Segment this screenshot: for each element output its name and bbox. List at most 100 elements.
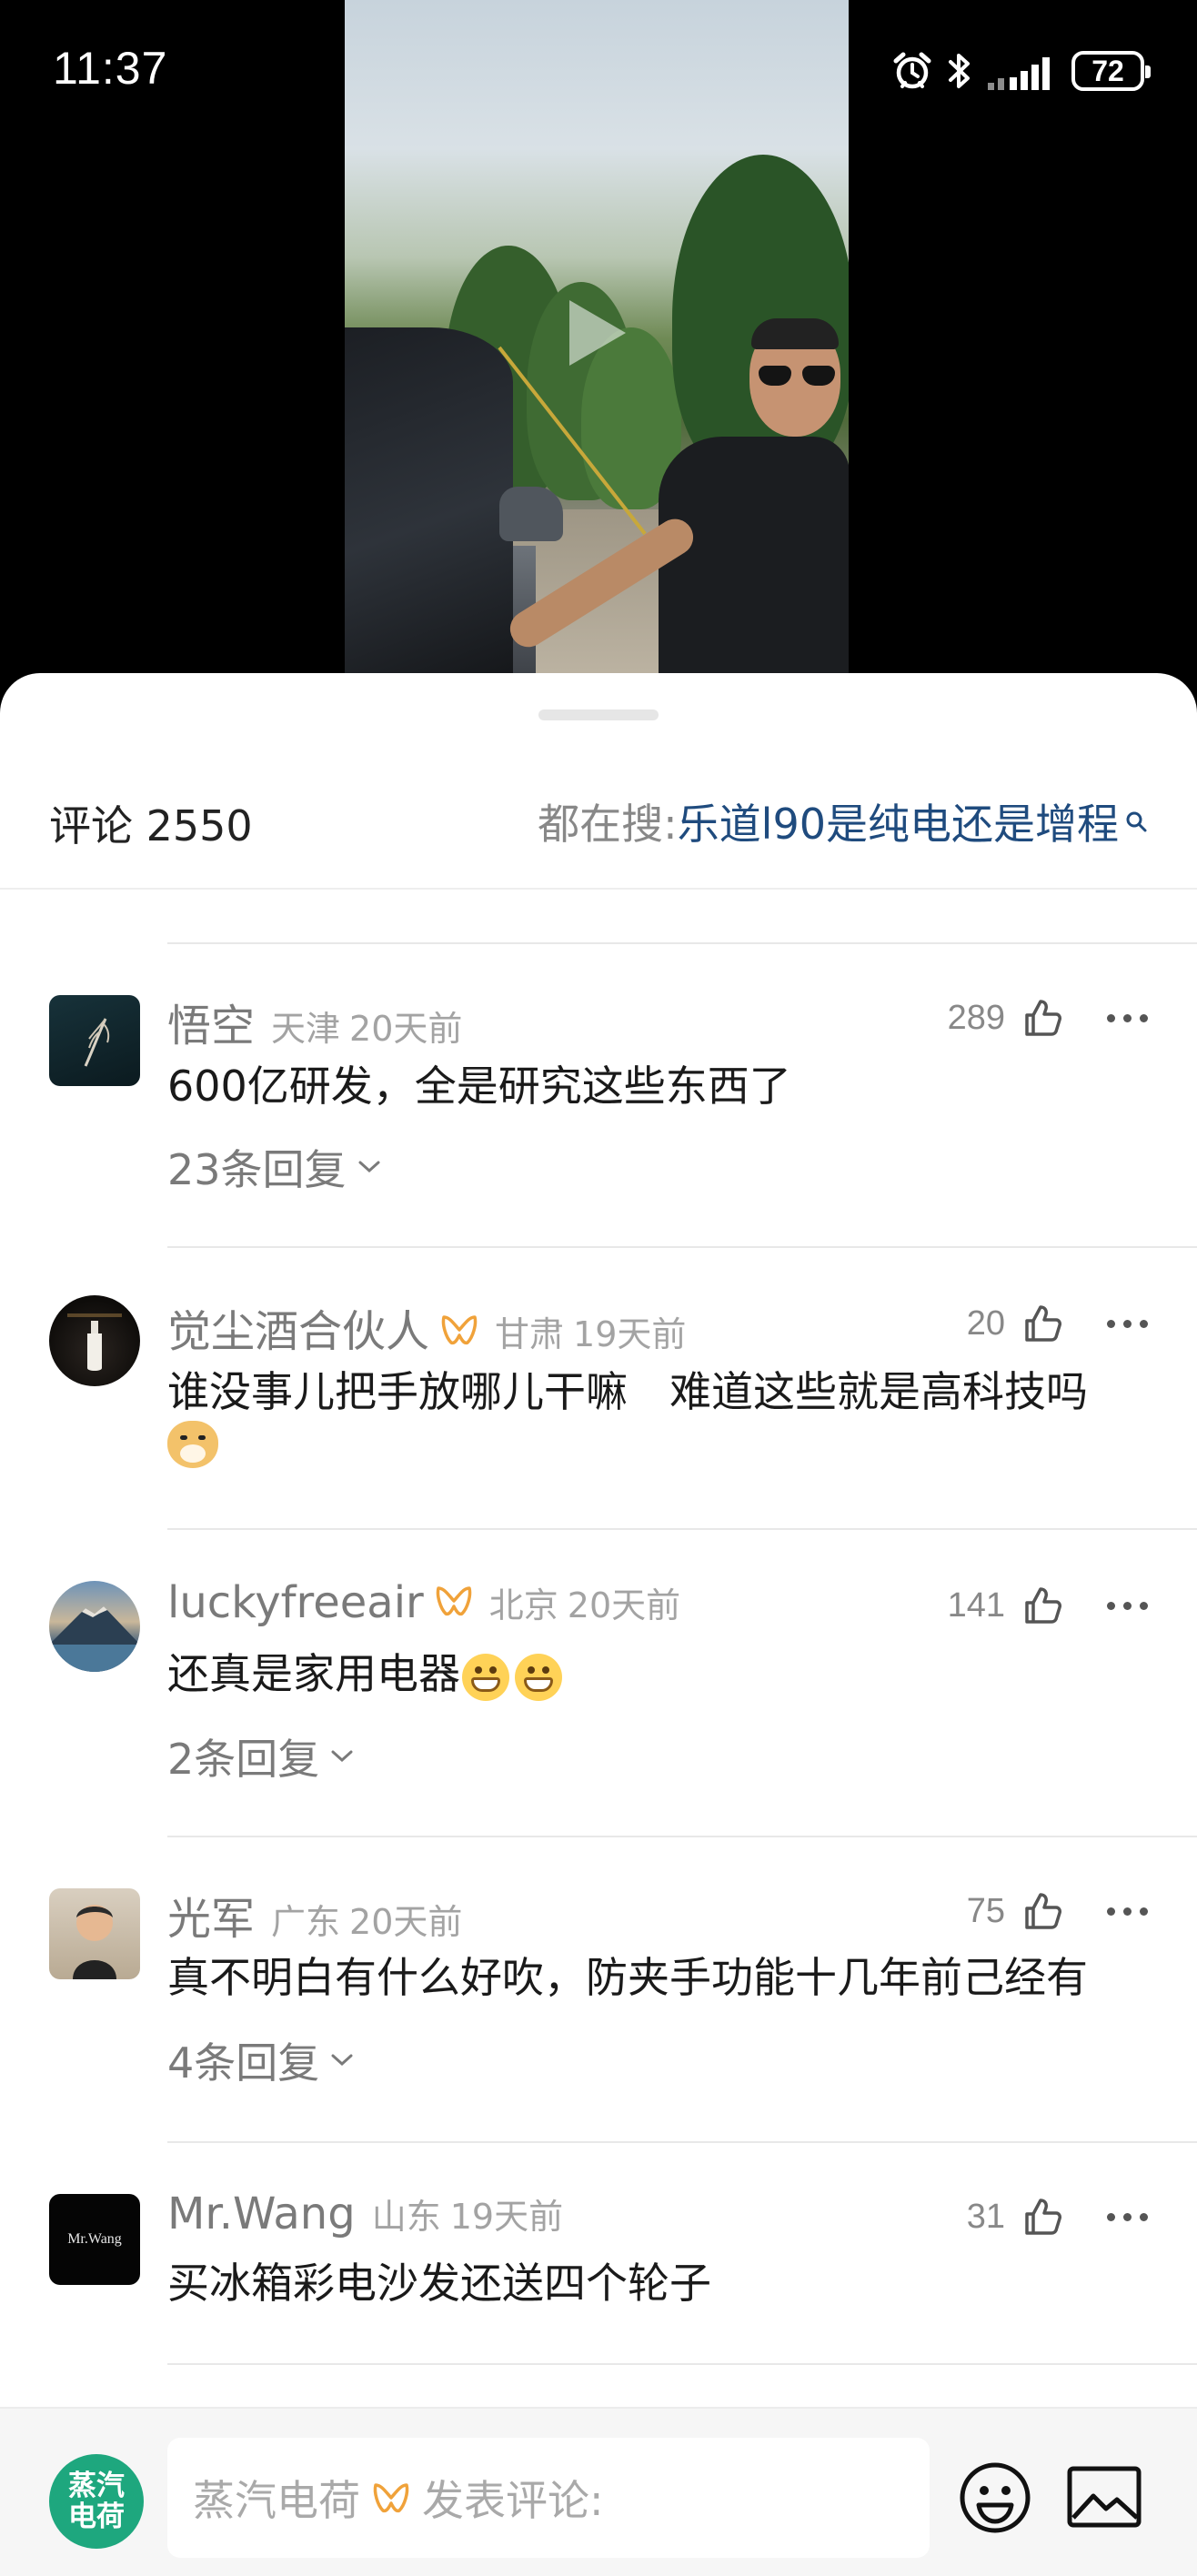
- user-location: 甘肃: [495, 1314, 565, 1354]
- reply-count: 23条回复: [167, 1145, 347, 1194]
- comment-header: 悟空 天津 20天前: [167, 990, 462, 1053]
- play-icon[interactable]: [569, 300, 626, 366]
- reply-count: 4条回复: [167, 2038, 320, 2088]
- header-divider: [0, 888, 1197, 890]
- doge-emoji-icon: [167, 1421, 218, 1468]
- emoji-icon[interactable]: [957, 2460, 1033, 2536]
- comment-header: Mr.Wang 山东 19天前: [167, 2189, 563, 2239]
- comment-time: 20天前: [349, 1009, 463, 1049]
- like-count: 20: [966, 1303, 1005, 1343]
- avatar[interactable]: [49, 1581, 140, 1672]
- user-location: 广东: [271, 1902, 341, 1942]
- comment-text: 买冰箱彩电沙发还送四个轮子: [167, 2259, 711, 2308]
- comment-item: 觉尘酒合伙人 甘肃 19天前 20 谁没事儿把手放哪儿干嘛 难道这些就是高科技吗: [49, 1246, 1197, 1528]
- avatar-text: Mr.Wang: [67, 2231, 122, 2247]
- list-divider: [167, 2363, 1197, 2365]
- thumbs-up-icon[interactable]: [1021, 2196, 1063, 2238]
- comment-actions: 141: [948, 1585, 1148, 1626]
- comment-text: 真不明白有什么好吹，防夹手功能十几年前己经有: [167, 1953, 1088, 2002]
- view-replies-button[interactable]: 2条回复: [167, 1726, 356, 1786]
- user-location: 山东: [371, 2197, 441, 2237]
- grin-emoji-icon: [462, 1653, 509, 1701]
- user-name[interactable]: luckyfreeair: [167, 1577, 424, 1628]
- comment-time: 20天前: [349, 1902, 463, 1942]
- like-count: 31: [966, 2197, 1005, 2236]
- comment-item: Mr.Wang Mr.Wang 山东 19天前 31 买冰箱彩电沙发还送四个轮子: [49, 2141, 1197, 2363]
- user-name[interactable]: 光军: [167, 1883, 255, 1947]
- comment-text: 还真是家用电器: [167, 1645, 1150, 1703]
- hot-search-prefix: 都在搜:: [538, 800, 678, 849]
- avatar[interactable]: Mr.Wang: [49, 2194, 140, 2285]
- user-name[interactable]: 悟空: [167, 990, 255, 1053]
- thumbs-up-icon[interactable]: [1021, 997, 1063, 1039]
- more-icon[interactable]: [1107, 2199, 1148, 2235]
- view-replies-button[interactable]: 23条回复: [167, 1137, 383, 1197]
- avatar-bottle-icon: [67, 1313, 122, 1371]
- user-name[interactable]: Mr.Wang: [167, 2189, 356, 2239]
- alarm-icon: [893, 52, 931, 89]
- comment-header: 光军 广东 20天前: [167, 1883, 462, 1947]
- thumbs-up-icon[interactable]: [1021, 1585, 1063, 1626]
- search-icon[interactable]: [1124, 810, 1148, 833]
- comment-item: luckyfreeair 北京 20天前 141 还真是家用电器 2条回复: [49, 1528, 1197, 1836]
- comment-header: luckyfreeair 北京 20天前: [167, 1577, 680, 1628]
- avatar-feather-icon: [84, 1018, 110, 1067]
- comment-item: 悟空 天津 20天前 289 600亿研发，全是研究这些东西了 23条回复: [49, 942, 1197, 1246]
- status-icons: 72: [891, 47, 1151, 95]
- drag-handle[interactable]: [538, 709, 659, 720]
- comment-text-line: 还真是家用电器: [167, 1649, 460, 1698]
- comment-time: 19天前: [573, 1314, 687, 1354]
- hot-search-term[interactable]: 乐道l90是纯电还是增程: [678, 791, 1119, 851]
- my-avatar[interactable]: 蒸汽电荷: [49, 2454, 144, 2549]
- comment-text-line: 谁没事儿把手放哪儿干嘛 难道这些就是高科技吗: [167, 1367, 1088, 1416]
- more-icon[interactable]: [1107, 1000, 1148, 1036]
- video-scene-hair: [751, 318, 839, 349]
- video-scene-person: [659, 437, 849, 678]
- comment-actions: 75: [967, 1890, 1148, 1932]
- comment-text: 谁没事儿把手放哪儿干嘛 难道这些就是高科技吗: [167, 1363, 1150, 1483]
- app-root: 11:37 72 评论 2550 都在搜: 乐道l90是纯电还是增程 悟空 天津…: [0, 0, 1197, 2576]
- like-count: 289: [947, 998, 1005, 1037]
- avatar[interactable]: [49, 1295, 140, 1386]
- avatar-cartoon-icon: [73, 1905, 116, 1979]
- more-icon[interactable]: [1107, 1893, 1148, 1929]
- grin-emoji-icon: [515, 1653, 562, 1701]
- comment-actions: 289: [948, 997, 1148, 1039]
- comment-sheet-header: 评论 2550 都在搜: 乐道l90是纯电还是增程: [0, 764, 1197, 864]
- vip-badge-icon: [373, 2483, 409, 2513]
- battery-level: 72: [1091, 54, 1124, 87]
- image-icon[interactable]: [1066, 2463, 1142, 2531]
- bluetooth-icon: [949, 54, 970, 88]
- chevron-down-icon: [358, 1161, 380, 1173]
- comment-text: 600亿研发，全是研究这些东西了: [167, 1062, 791, 1111]
- more-icon[interactable]: [1107, 1587, 1148, 1624]
- my-avatar-text: 蒸汽电荷: [68, 2470, 125, 2533]
- view-replies-button[interactable]: 4条回复: [167, 2030, 356, 2090]
- more-icon[interactable]: [1107, 1305, 1148, 1342]
- comment-item: 光军 广东 20天前 75 真不明白有什么好吹，防夹手功能十几年前己经有 4条回…: [49, 1836, 1197, 2141]
- status-time: 11:37: [53, 43, 168, 94]
- hot-search-link[interactable]: 都在搜: 乐道l90是纯电还是增程: [538, 791, 1148, 851]
- battery-icon: 72: [1071, 51, 1151, 91]
- reply-count: 2条回复: [167, 1735, 320, 1784]
- comment-count: 评论 2550: [49, 801, 253, 850]
- video-scene-car-door: [345, 327, 513, 678]
- chevron-down-icon: [331, 2054, 353, 2067]
- comment-input-bar: 蒸汽电荷 蒸汽电荷 发表评论:: [0, 2407, 1197, 2576]
- video-scene-sunglasses: [759, 366, 835, 386]
- input-placeholder: 发表评论:: [422, 2476, 604, 2525]
- thumbs-up-icon[interactable]: [1021, 1303, 1063, 1344]
- comment-input[interactable]: 蒸汽电荷 发表评论:: [167, 2438, 930, 2558]
- avatar[interactable]: [49, 995, 140, 1086]
- thumbs-up-icon[interactable]: [1021, 1890, 1063, 1932]
- comment-actions: 31: [967, 2196, 1148, 2238]
- comment-actions: 20: [967, 1303, 1148, 1344]
- video-scene-tree: [672, 155, 849, 482]
- comment-header: 觉尘酒合伙人 甘肃 19天前: [167, 1295, 686, 1359]
- user-location: 天津: [271, 1009, 341, 1049]
- user-name[interactable]: 觉尘酒合伙人: [167, 1295, 429, 1359]
- vip-badge-icon: [441, 1315, 478, 1345]
- avatar[interactable]: [49, 1888, 140, 1979]
- chevron-down-icon: [331, 1750, 353, 1763]
- like-count: 75: [966, 1891, 1005, 1930]
